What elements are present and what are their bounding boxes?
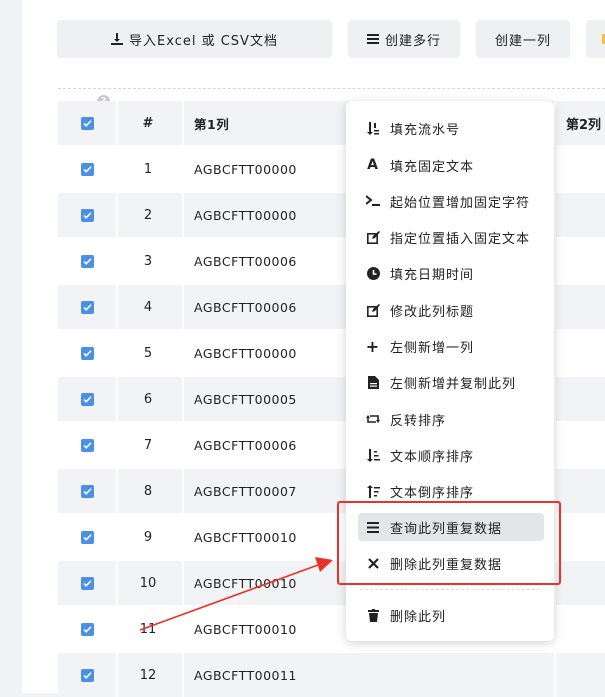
annotation-arrow: [139, 557, 333, 631]
